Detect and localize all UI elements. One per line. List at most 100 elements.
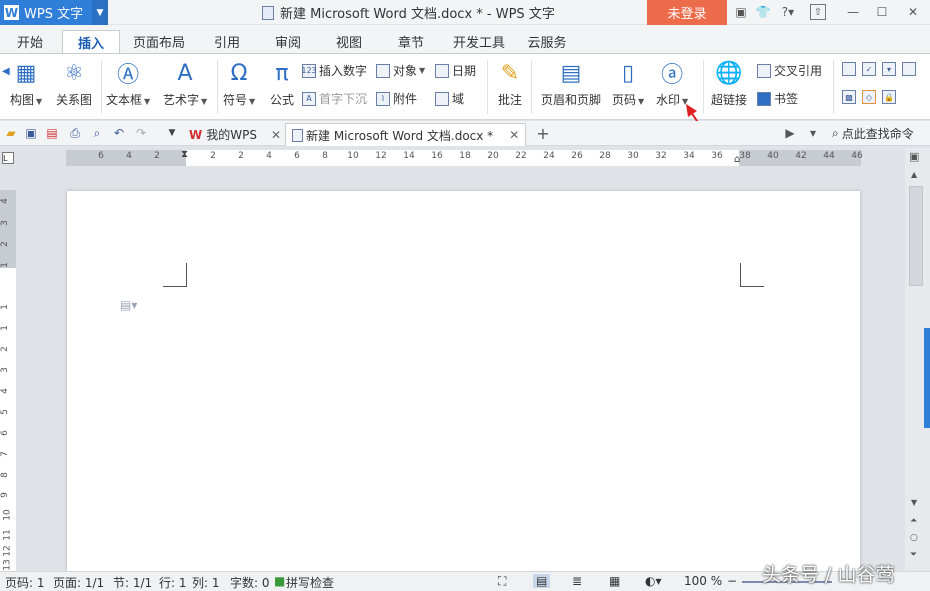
vertical-scrollbar[interactable]: ▣ ▲ ▼ ⏶ ○ ⏷ xyxy=(905,148,930,571)
tab-insert[interactable]: 插入 xyxy=(62,30,120,53)
formula-button[interactable]: π 公式 xyxy=(268,59,296,108)
comment-icon: ✎ xyxy=(500,60,520,86)
hyperlink-button[interactable]: 🌐 超链接 xyxy=(711,59,747,108)
document-page[interactable]: ▤▾ xyxy=(67,191,860,571)
undo-icon[interactable]: ↶ xyxy=(112,126,126,140)
horizontal-ruler[interactable]: 6 4 2 2 2 4 6 8 10 12 14 16 18 20 22 24 … xyxy=(66,149,863,166)
command-search[interactable]: ⌕ 点此查找命令 xyxy=(832,125,914,142)
add-tab-icon[interactable]: + xyxy=(536,124,550,143)
open-folder-icon[interactable]: ▰ xyxy=(4,126,18,140)
symbol-button[interactable]: Ω 符号 ▼ xyxy=(223,59,255,108)
bookmark-button[interactable]: 书签 xyxy=(757,90,798,107)
tab-review[interactable]: 审阅 xyxy=(266,30,310,53)
doc-assist-icon[interactable]: ▶ xyxy=(783,126,797,140)
tab-stop-selector[interactable]: L xyxy=(2,152,14,164)
field-button[interactable]: 域 xyxy=(435,90,464,107)
maximize-icon[interactable]: ☐ xyxy=(874,4,890,20)
scroll-down-icon[interactable]: ▼ xyxy=(911,498,917,507)
form-checkbox-icon[interactable]: ✓ xyxy=(862,62,879,76)
wps-menu-button[interactable]: W WPS 文字 ▼ xyxy=(0,0,108,25)
arttext-button[interactable]: A 艺术字 ▼ xyxy=(163,59,207,108)
status-page: 页码: 1 xyxy=(5,576,45,590)
comment-button[interactable]: ✎ 批注 xyxy=(496,59,524,108)
scroll-up-icon[interactable]: ▲ xyxy=(911,170,917,179)
status-word-count[interactable]: 字数: 0 xyxy=(230,574,270,591)
globe-link-icon: 🌐 xyxy=(715,60,743,86)
form-more-icon[interactable] xyxy=(902,62,919,76)
ruler-tick: 16 xyxy=(431,151,443,161)
close-tab-icon[interactable]: ✕ xyxy=(509,128,519,142)
tab-cloud[interactable]: 云服务 xyxy=(522,30,572,53)
minimize-icon[interactable]: — xyxy=(845,4,861,20)
object-button[interactable]: 对象 ▼ xyxy=(376,62,425,79)
tab-home[interactable]: 开始 xyxy=(8,30,52,53)
scroll-thumb[interactable] xyxy=(909,186,923,286)
tab-developer[interactable]: 开发工具 xyxy=(450,30,508,53)
browse-object-icon[interactable]: ○ xyxy=(910,533,918,543)
form-textfield-icon[interactable] xyxy=(842,62,859,76)
ribbon-scroll-left-icon[interactable]: ◀ xyxy=(2,66,10,77)
ruler-tick: 1 xyxy=(0,262,10,268)
zoom-out-icon[interactable]: − xyxy=(727,574,737,588)
omega-icon: Ω xyxy=(230,60,248,86)
next-page-icon[interactable]: ⏷ xyxy=(910,550,917,560)
page-number-button[interactable]: ▯ 页码 ▼ xyxy=(612,59,644,108)
object-icon xyxy=(376,63,390,78)
shirt-icon[interactable]: 👕 xyxy=(755,4,771,20)
chart-icon: ▦ xyxy=(15,60,37,86)
spell-check-button[interactable]: 拼写检查 xyxy=(286,574,334,591)
skin-icon[interactable]: ▣ xyxy=(733,4,749,20)
header-footer-button[interactable]: ▤ 页眉和页脚 xyxy=(541,59,601,108)
relation-chart-button[interactable]: ⚛ 关系图 xyxy=(56,59,92,108)
date-button[interactable]: 日期 xyxy=(435,62,476,79)
close-icon[interactable]: ✕ xyxy=(905,4,921,20)
form-shading-icon[interactable]: ▩ xyxy=(842,90,859,104)
left-indent-marker[interactable]: ⧗ xyxy=(181,149,188,160)
fullscreen-view-icon[interactable]: ⛶ xyxy=(498,574,506,589)
chevron-down-icon[interactable]: ▼ xyxy=(165,126,179,140)
eraser-icon[interactable]: ◇ xyxy=(862,90,879,104)
right-indent-marker[interactable]: ⌂ xyxy=(734,154,740,165)
login-button[interactable]: 未登录 xyxy=(647,0,727,25)
export-pdf-icon[interactable]: ▤ xyxy=(45,126,59,140)
redo-icon[interactable]: ↷ xyxy=(134,126,148,140)
outline-view-icon[interactable]: ≣ xyxy=(572,574,582,588)
paste-options-icon[interactable]: ▤▾ xyxy=(120,298,137,312)
toolbar-options-icon[interactable]: ▾ xyxy=(806,126,820,140)
textbox-button[interactable]: Ⓐ 文本框 ▼ xyxy=(106,59,150,108)
upload-icon[interactable]: ⇧ xyxy=(810,4,826,20)
prev-page-icon[interactable]: ⏶ xyxy=(910,516,917,526)
drop-cap-button[interactable]: A 首字下沉 xyxy=(302,90,367,107)
tab-references[interactable]: 引用 xyxy=(205,30,249,53)
ribbon-separator xyxy=(101,60,102,114)
ruler-tick: 30 xyxy=(627,151,639,161)
ribbon-separator xyxy=(217,60,218,114)
tab-page-layout[interactable]: 页面布局 xyxy=(130,30,188,53)
vertical-ruler[interactable]: 4 3 2 1 1 1 2 3 4 5 6 7 8 9 10 11 12 13 xyxy=(0,190,16,571)
help-icon[interactable]: ? ▾ xyxy=(778,4,798,20)
print-preview-icon[interactable]: ⌕ xyxy=(90,126,104,140)
close-tab-icon[interactable]: ✕ xyxy=(271,128,281,142)
attachment-button[interactable]: ⌇ 附件 xyxy=(376,90,417,107)
ribbon-insert: ◀ ▦ 构图 ▼ ⚛ 关系图 Ⓐ 文本框 ▼ A 艺术字 ▼ Ω 符号 ▼ π 公式 1… xyxy=(0,53,930,120)
ruler-tick: 8 xyxy=(322,151,328,161)
tab-current-document[interactable]: 新建 Microsoft Word 文档.docx * ✕ xyxy=(285,123,527,146)
watermark-button[interactable]: ⓐ 水印 ▼ xyxy=(656,59,688,108)
chart-button[interactable]: ▦ 构图 ▼ xyxy=(10,59,42,108)
page-view-icon[interactable]: ▤ xyxy=(533,574,551,588)
print-icon[interactable]: ⎙ xyxy=(68,126,82,140)
tab-chapter[interactable]: 章节 xyxy=(389,30,433,53)
form-dropdown-icon[interactable]: ▾ xyxy=(882,62,899,76)
insert-number-button[interactable]: 123 插入数字 xyxy=(301,62,367,79)
eye-protect-icon[interactable]: ◐▾ xyxy=(645,574,662,588)
cross-reference-button[interactable]: 交叉引用 xyxy=(757,62,822,79)
tab-view[interactable]: 视图 xyxy=(327,30,371,53)
tab-my-wps[interactable]: W 我的WPS ✕ xyxy=(183,123,287,146)
zoom-level[interactable]: 100 % xyxy=(684,574,722,588)
chevron-down-icon[interactable]: ▼ xyxy=(92,0,108,25)
save-icon[interactable]: ▣ xyxy=(24,126,38,140)
split-view-icon[interactable]: ▣ xyxy=(909,150,919,163)
lock-icon[interactable]: 🔒 xyxy=(882,90,899,104)
web-view-icon[interactable]: ▦ xyxy=(609,574,620,588)
side-panel-handle[interactable] xyxy=(924,328,930,428)
